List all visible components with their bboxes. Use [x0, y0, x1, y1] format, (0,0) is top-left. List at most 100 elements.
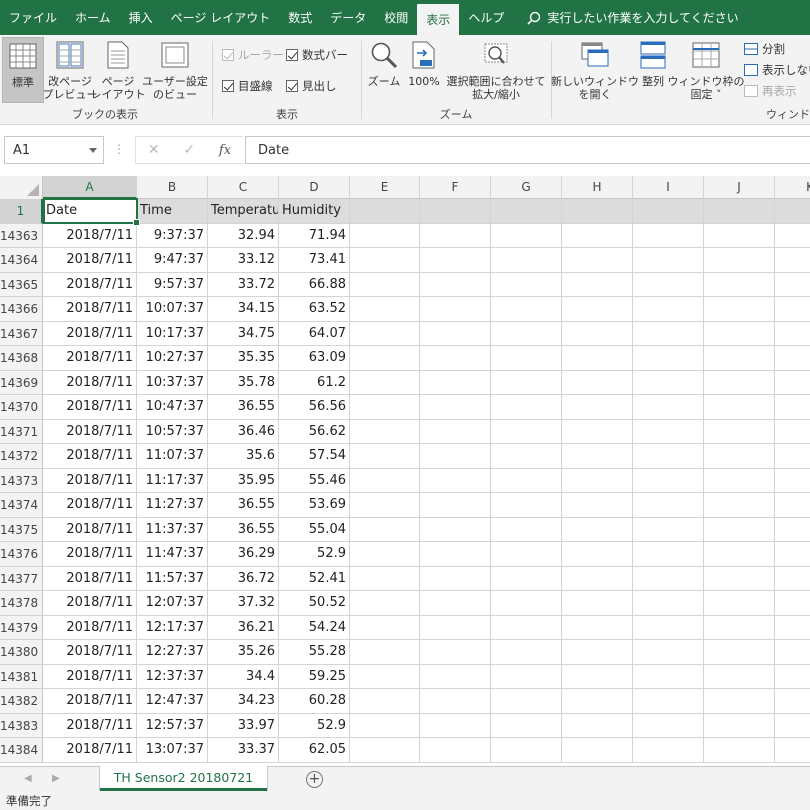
- empty-cell[interactable]: [704, 493, 775, 518]
- row-header[interactable]: 14373: [0, 468, 43, 493]
- empty-cell[interactable]: [562, 591, 633, 616]
- cell-temperature[interactable]: 34.15: [208, 297, 279, 322]
- zoom-to-selection-button[interactable]: 選択範囲に合わせて 拡大/縮小: [446, 37, 546, 101]
- empty-cell[interactable]: [350, 640, 420, 665]
- empty-cell[interactable]: [491, 738, 562, 763]
- freeze-panes-button[interactable]: ウィンドウ枠の 固定 ˅: [668, 37, 745, 101]
- row-header[interactable]: 14368: [0, 346, 43, 371]
- cell-date[interactable]: 2018/7/11: [43, 321, 137, 346]
- empty-cell[interactable]: [350, 738, 420, 763]
- cell-time[interactable]: 9:37:37: [137, 223, 208, 248]
- empty-cell[interactable]: [350, 395, 420, 420]
- empty-cell[interactable]: [350, 468, 420, 493]
- empty-cell[interactable]: [633, 591, 704, 616]
- empty-cell[interactable]: [562, 419, 633, 444]
- row-header[interactable]: 14380: [0, 640, 43, 665]
- empty-cell[interactable]: [350, 346, 420, 371]
- empty-cell[interactable]: [633, 738, 704, 763]
- prev-sheet-icon[interactable]: ◀: [24, 773, 32, 784]
- cell-temperature[interactable]: 35.6: [208, 444, 279, 469]
- empty-cell[interactable]: [350, 444, 420, 469]
- cell-time[interactable]: 12:07:37: [137, 591, 208, 616]
- chevron-down-icon[interactable]: [89, 148, 97, 153]
- cell-temperature[interactable]: 34.23: [208, 689, 279, 714]
- empty-cell[interactable]: [491, 664, 562, 689]
- cell-date[interactable]: 2018/7/11: [43, 444, 137, 469]
- empty-cell[interactable]: [633, 370, 704, 395]
- cell-date[interactable]: 2018/7/11: [43, 370, 137, 395]
- empty-cell[interactable]: [350, 321, 420, 346]
- empty-cell[interactable]: [350, 591, 420, 616]
- add-sheet-button[interactable]: +: [306, 771, 323, 788]
- empty-cell[interactable]: [704, 689, 775, 714]
- row-header[interactable]: 14381: [0, 664, 43, 689]
- empty-cell[interactable]: [704, 223, 775, 248]
- empty-cell[interactable]: [491, 199, 562, 224]
- empty-cell[interactable]: [420, 615, 491, 640]
- empty-cell[interactable]: [562, 493, 633, 518]
- empty-cell[interactable]: [775, 518, 810, 542]
- cell-temperature[interactable]: 34.4: [208, 664, 279, 689]
- cell-temperature[interactable]: 35.26: [208, 640, 279, 665]
- column-header-j[interactable]: J: [704, 176, 775, 199]
- column-header-g[interactable]: G: [491, 176, 562, 199]
- empty-cell[interactable]: [633, 346, 704, 371]
- empty-cell[interactable]: [420, 272, 491, 297]
- new-window-button[interactable]: 新しいウィンドウ を開く: [551, 37, 639, 101]
- gridlines-checkbox[interactable]: 目盛線: [222, 78, 273, 94]
- insert-function-icon[interactable]: fx: [219, 143, 231, 158]
- cell-humidity[interactable]: 52.9: [279, 713, 350, 738]
- empty-cell[interactable]: [775, 591, 810, 616]
- empty-cell[interactable]: [420, 591, 491, 616]
- cell-humidity[interactable]: 66.88: [279, 272, 350, 297]
- zoom-100-button[interactable]: 100%: [406, 37, 442, 88]
- empty-cell[interactable]: [420, 542, 491, 567]
- zoom-button[interactable]: ズーム: [364, 37, 404, 88]
- cell-time[interactable]: 10:17:37: [137, 321, 208, 346]
- column-header-e[interactable]: E: [350, 176, 420, 199]
- cell-humidity[interactable]: 52.41: [279, 566, 350, 591]
- empty-cell[interactable]: [704, 566, 775, 591]
- cell-date[interactable]: 2018/7/11: [43, 615, 137, 640]
- header-cell-temperature[interactable]: Temperature: [208, 199, 279, 224]
- cell-temperature[interactable]: 33.97: [208, 713, 279, 738]
- empty-cell[interactable]: [704, 713, 775, 738]
- cell-temperature[interactable]: 34.75: [208, 321, 279, 346]
- header-cell-humidity[interactable]: Humidity: [279, 199, 350, 224]
- empty-cell[interactable]: [633, 689, 704, 714]
- empty-cell[interactable]: [420, 468, 491, 493]
- empty-cell[interactable]: [633, 640, 704, 665]
- empty-cell[interactable]: [491, 444, 562, 469]
- arrange-all-button[interactable]: 整列: [638, 37, 668, 88]
- tab-view[interactable]: 表示: [417, 4, 460, 35]
- empty-cell[interactable]: [775, 714, 810, 738]
- empty-cell[interactable]: [491, 321, 562, 346]
- cell-date[interactable]: 2018/7/11: [43, 346, 137, 371]
- empty-cell[interactable]: [350, 713, 420, 738]
- cell-humidity[interactable]: 73.41: [279, 248, 350, 273]
- unhide-window-button[interactable]: 再表示: [744, 83, 797, 99]
- empty-cell[interactable]: [420, 566, 491, 591]
- cell-temperature[interactable]: 32.94: [208, 223, 279, 248]
- row-header[interactable]: 14366: [0, 297, 43, 322]
- empty-cell[interactable]: [562, 640, 633, 665]
- empty-cell[interactable]: [420, 346, 491, 371]
- split-button[interactable]: 分割: [744, 41, 785, 57]
- select-all-button[interactable]: [0, 176, 43, 199]
- cell-time[interactable]: 10:37:37: [137, 370, 208, 395]
- empty-cell[interactable]: [633, 615, 704, 640]
- empty-cell[interactable]: [491, 591, 562, 616]
- custom-views-button[interactable]: ユーザー設定 のビュー: [142, 37, 208, 101]
- empty-cell[interactable]: [420, 444, 491, 469]
- empty-cell[interactable]: [704, 664, 775, 689]
- cell-humidity[interactable]: 63.09: [279, 346, 350, 371]
- empty-cell[interactable]: [562, 517, 633, 542]
- empty-cell[interactable]: [775, 395, 810, 420]
- cell-time[interactable]: 12:37:37: [137, 664, 208, 689]
- cell-time[interactable]: 10:47:37: [137, 395, 208, 420]
- column-header-d[interactable]: D: [279, 176, 350, 199]
- empty-cell[interactable]: [704, 444, 775, 469]
- empty-cell[interactable]: [420, 738, 491, 763]
- empty-cell[interactable]: [704, 199, 775, 224]
- row-header[interactable]: 14374: [0, 493, 43, 518]
